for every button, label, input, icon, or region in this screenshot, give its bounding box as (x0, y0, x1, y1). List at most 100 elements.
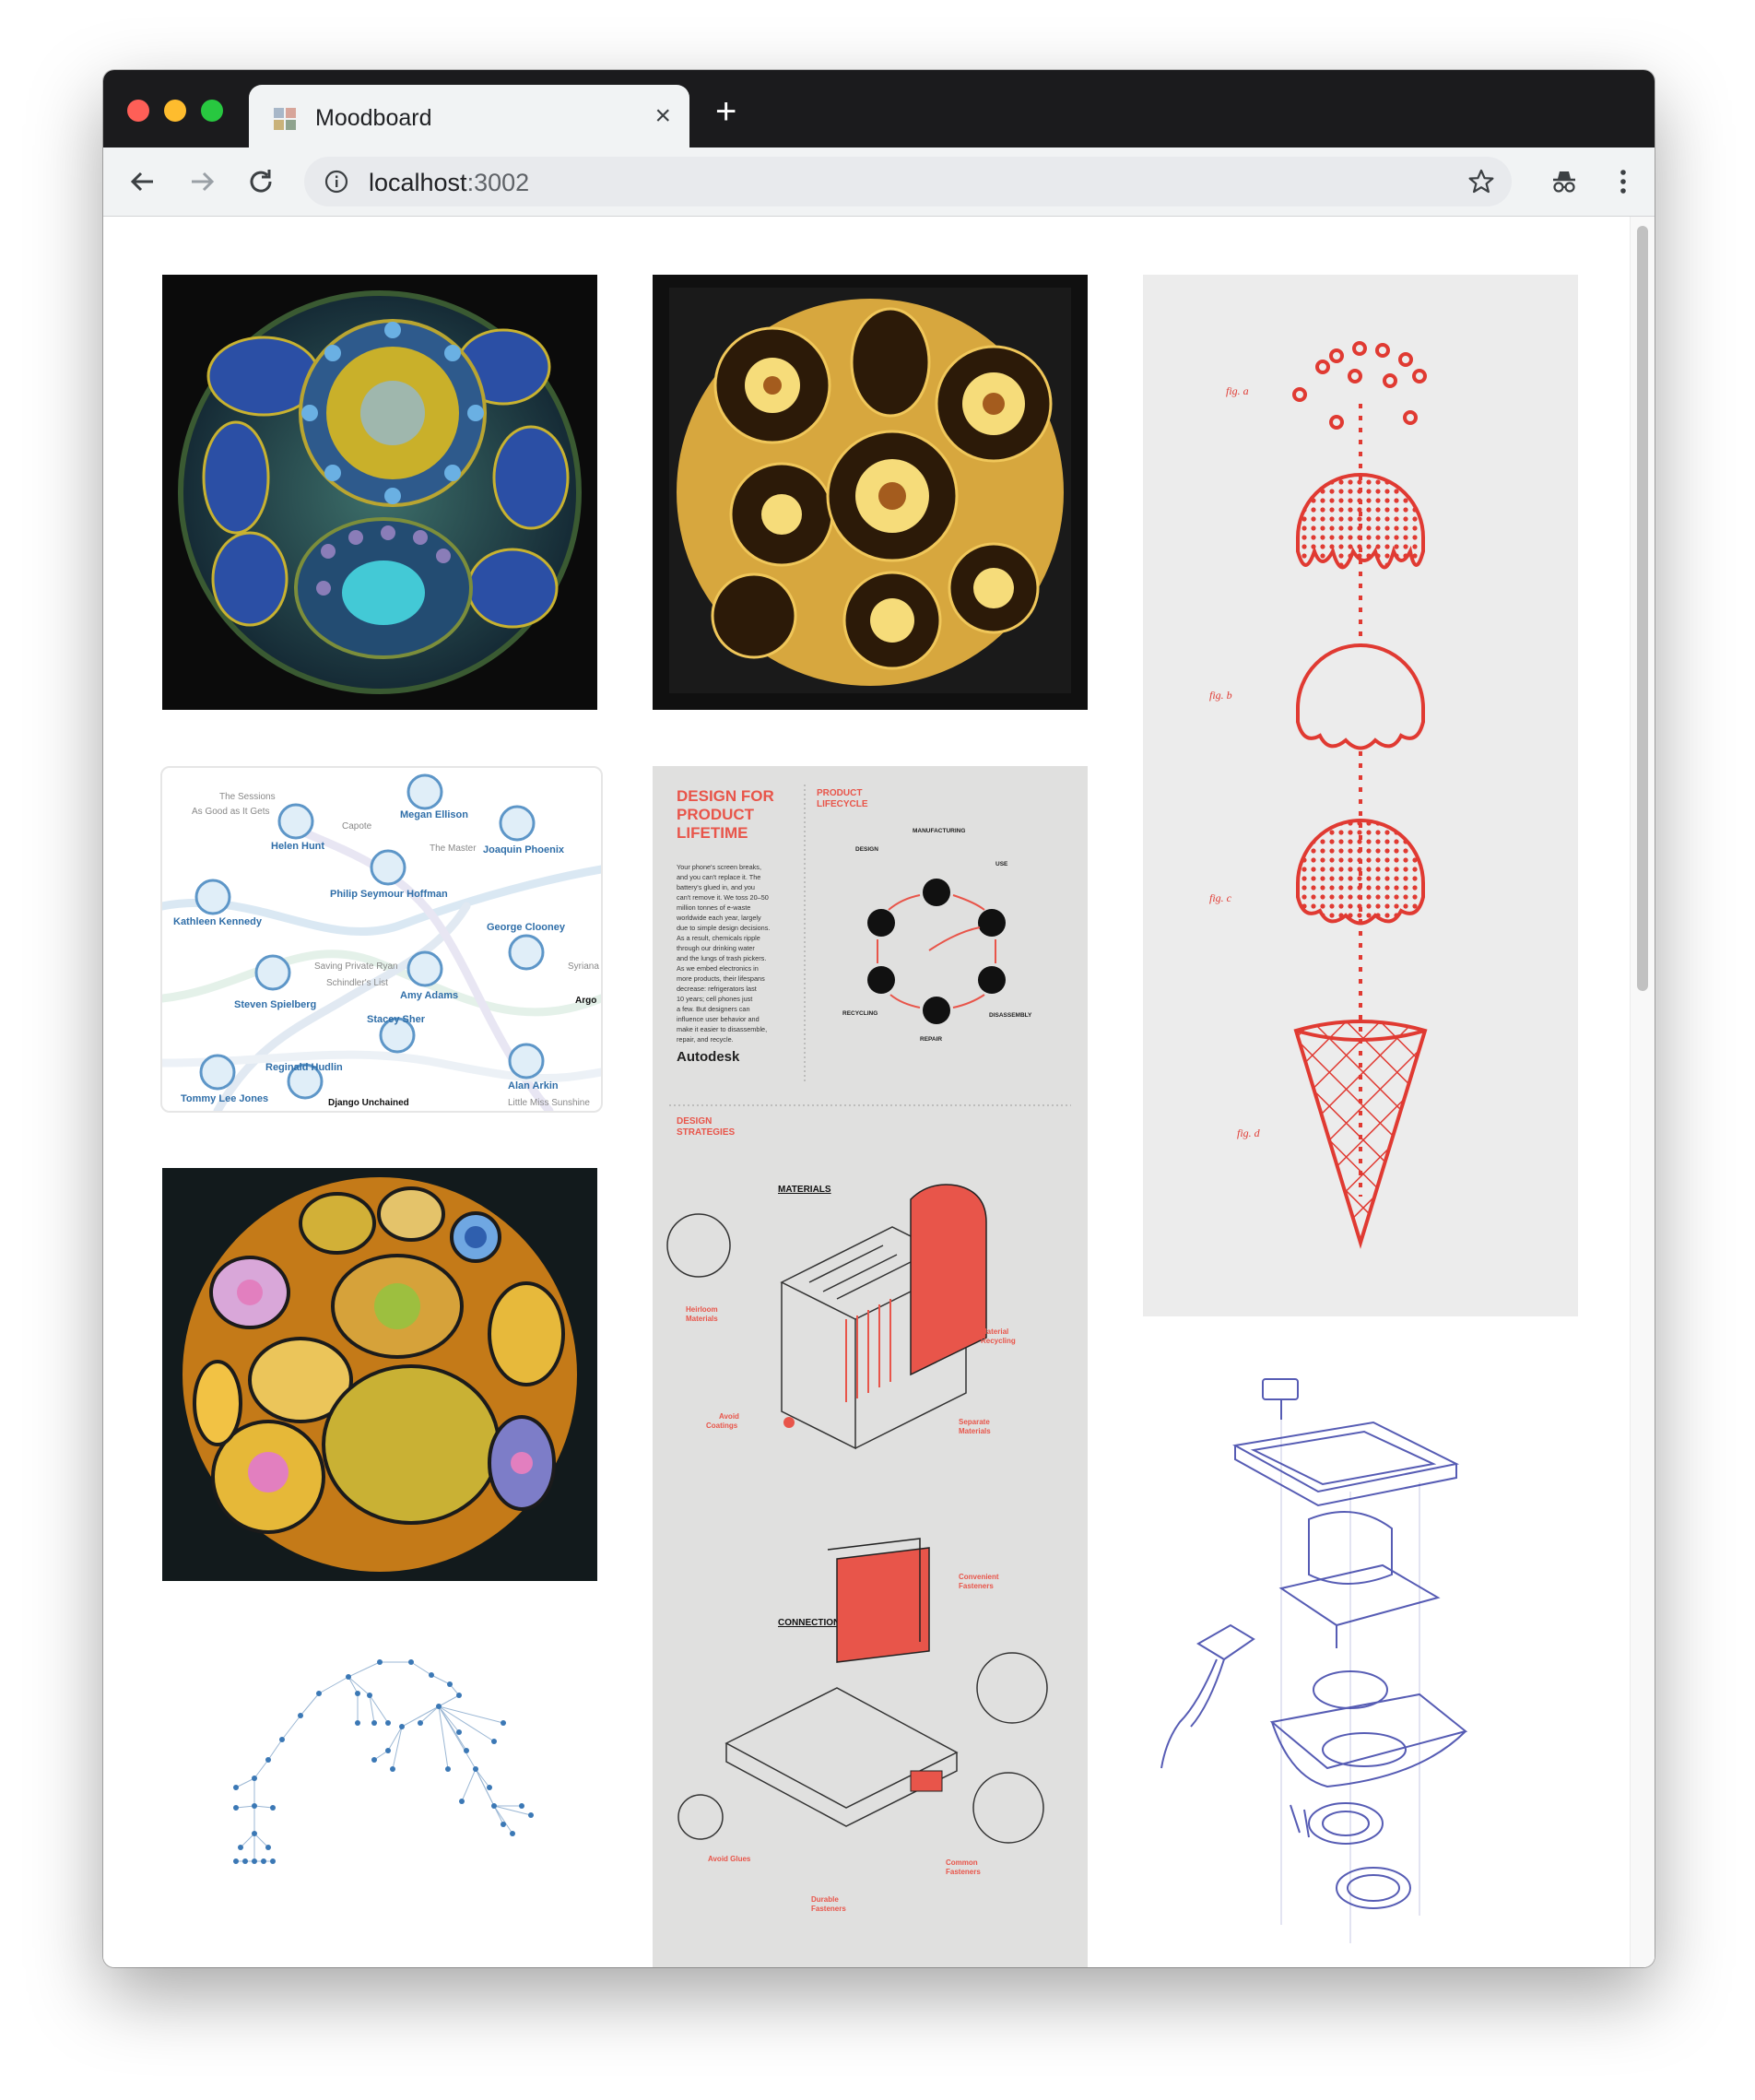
tree-node (367, 1693, 372, 1698)
strategy-label: Separate (959, 1418, 990, 1426)
tree-edge (475, 1768, 504, 1825)
tree-node (385, 1748, 391, 1753)
network-label: Argo (575, 996, 596, 1006)
infographic-body-line: As we embed electronics in (677, 964, 759, 973)
tree-node (399, 1724, 405, 1729)
tree-node (456, 1729, 462, 1735)
infographic-title: DESIGN FOR (677, 787, 774, 805)
strategy-label: Heirloom (686, 1305, 718, 1314)
tree-node (261, 1858, 266, 1864)
network-label: Syriana (568, 962, 599, 972)
page-viewport: fig. a fig. b fig. c fig. d The Sessions… (103, 217, 1655, 1967)
tree-node (233, 1785, 239, 1790)
fig-b-label: fig. b (1209, 689, 1232, 702)
strategy-label: Convenient (959, 1573, 999, 1581)
cycle-label: DESIGN (855, 846, 878, 853)
minimize-window-button[interactable] (164, 100, 186, 122)
tree-node (501, 1822, 506, 1827)
tree-node (270, 1858, 276, 1864)
tree-node (252, 1858, 257, 1864)
card-infographic[interactable]: DESIGN FOR PRODUCT LIFETIME PRODUCT LIFE… (653, 766, 1088, 1967)
tree-edge (430, 1674, 451, 1685)
address-bar[interactable]: localhost:3002 (304, 157, 1512, 206)
infographic-body-line: repair, and recycle. (677, 1035, 734, 1044)
tree-node (238, 1845, 243, 1850)
tree-node (252, 1803, 257, 1809)
card-orange-micrograph[interactable] (162, 1168, 597, 1581)
moodboard-favicon-icon (274, 108, 296, 130)
fig-a-label: fig. a (1226, 384, 1249, 397)
tree-node (436, 1704, 442, 1709)
infographic-body-line: million tonnes of e-waste (677, 903, 750, 912)
infographic-body-line: through our drinking water (677, 944, 755, 952)
tree-node (456, 1693, 462, 1698)
strategy-label: Materials (959, 1427, 991, 1435)
close-window-button[interactable] (127, 100, 149, 122)
tree-edge (318, 1676, 349, 1694)
tree-node (390, 1766, 395, 1772)
strategy-label: Avoid Glues (708, 1855, 751, 1863)
tree-node (346, 1674, 351, 1680)
card-network-diagram[interactable]: The Sessions As Good as It Gets Capote T… (160, 766, 603, 1113)
tree-node (429, 1672, 434, 1678)
kebab-menu-icon[interactable] (1608, 166, 1639, 197)
network-label: Capote (342, 821, 372, 832)
tab-strip: Moodboard × + (103, 70, 1655, 147)
card-tree-graph[interactable] (162, 1640, 597, 1924)
tree-edge (267, 1739, 283, 1761)
card-icecream-illustration[interactable]: fig. a fig. b fig. c fig. d (1143, 275, 1578, 1316)
tree-edge (300, 1693, 320, 1717)
orange-micrograph-image (183, 1177, 577, 1572)
arrow-right-icon[interactable] (186, 166, 218, 197)
tree-node (265, 1757, 271, 1763)
infographic-body: Your phone's screen breaks, and you can't… (676, 863, 770, 1044)
network-label: George Clooney (487, 922, 566, 933)
tree-edge (253, 1833, 269, 1848)
tree-edge (475, 1768, 490, 1788)
tree-node (355, 1691, 360, 1696)
tree-graph (233, 1659, 534, 1864)
tree-node (473, 1766, 478, 1772)
new-tab-button[interactable]: + (715, 88, 736, 135)
tree-node (528, 1812, 534, 1818)
strategy-label: Fasteners (811, 1905, 846, 1913)
tree-node (510, 1831, 515, 1836)
tree-edge (461, 1768, 477, 1802)
tree-node (501, 1720, 506, 1726)
info-icon[interactable] (324, 170, 348, 194)
tree-node (279, 1737, 285, 1742)
cycle-label: USE (995, 861, 1008, 867)
card-blue-micrograph[interactable] (162, 275, 597, 710)
card-gold-micrograph[interactable] (653, 275, 1088, 710)
network-label: Philip Seymour Hoffman (330, 889, 448, 900)
strategy-label: Fasteners (946, 1868, 981, 1876)
tree-node (298, 1713, 303, 1718)
tab-moodboard[interactable]: Moodboard × (249, 85, 689, 147)
tree-edge (347, 1661, 381, 1678)
reload-icon[interactable] (245, 166, 277, 197)
maximize-window-button[interactable] (201, 100, 223, 122)
cycle-label: REPAIR (920, 1036, 942, 1043)
strategy-label: Recycling (981, 1337, 1016, 1345)
design-for-product-lifetime-infographic: DESIGN FOR PRODUCT LIFETIME PRODUCT LIFE… (666, 785, 1071, 1913)
url-text: localhost:3002 (369, 169, 530, 196)
tree-edge (347, 1676, 359, 1694)
close-tab-icon[interactable]: × (654, 100, 671, 133)
network-label: Stacey Sher (367, 1014, 426, 1025)
scrollbar-thumb[interactable] (1637, 226, 1648, 991)
vertical-scrollbar[interactable] (1630, 217, 1655, 1967)
network-label: Alan Arkin (508, 1080, 559, 1091)
strategy-label: Fasteners (959, 1582, 994, 1590)
network-label: Steven Spielberg (234, 999, 316, 1010)
tree-node (270, 1805, 276, 1811)
incognito-icon[interactable] (1549, 166, 1580, 197)
arrow-left-icon[interactable] (127, 166, 159, 197)
network-label: The Master (430, 844, 477, 854)
tree-node (377, 1659, 383, 1665)
cycle-label: RECYCLING (842, 1010, 878, 1017)
star-icon[interactable] (1467, 168, 1495, 195)
card-pen-sketch[interactable] (1143, 1372, 1578, 1967)
tree-node (371, 1757, 377, 1763)
network-label: Joaquin Phoenix (483, 844, 565, 855)
infographic-body-line: Your phone's screen breaks, (677, 863, 761, 871)
